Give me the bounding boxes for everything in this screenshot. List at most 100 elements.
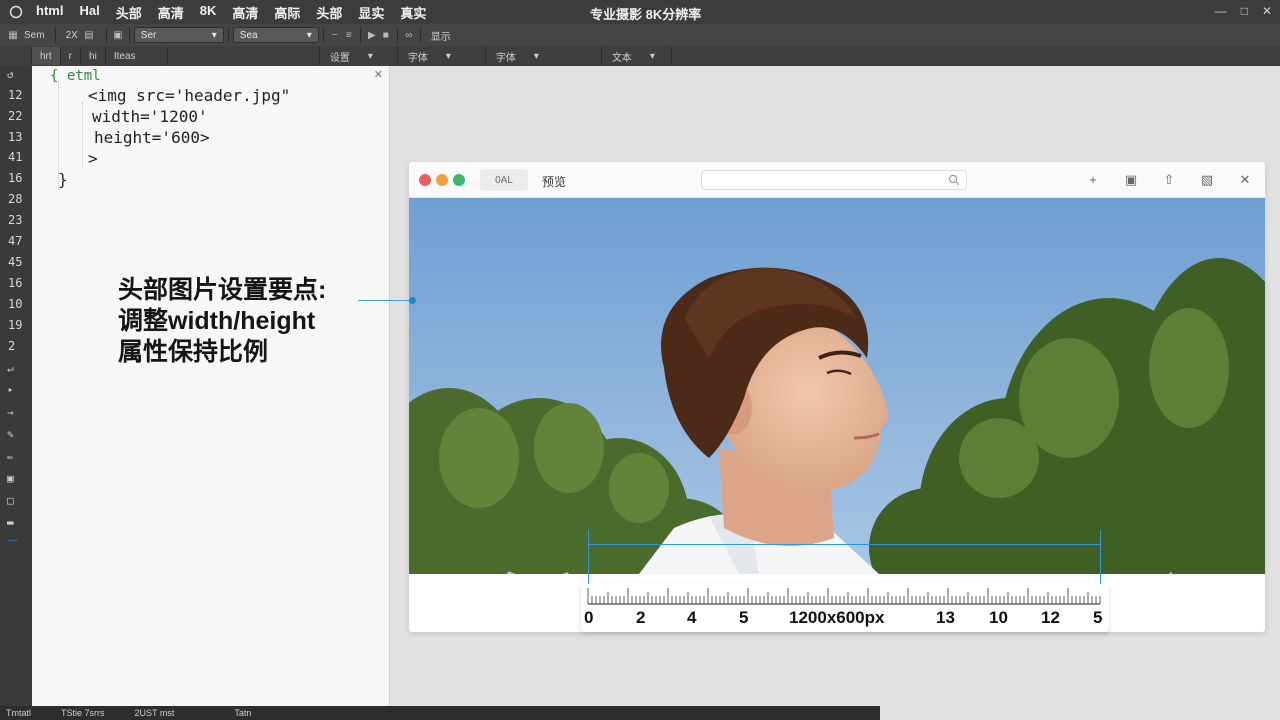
menu-item[interactable]: 高清: [158, 3, 184, 22]
code-line[interactable]: >: [88, 149, 98, 168]
ruler-label: 4: [687, 608, 697, 627]
window-title: 专业摄影 8K分辨率: [590, 7, 702, 22]
toolbar-item[interactable]: 2X ▤: [60, 26, 102, 44]
code-line[interactable]: }: [58, 170, 68, 189]
text-dropdown[interactable]: 文本 ▾: [602, 47, 672, 65]
font-dropdown[interactable]: 字体 ▾: [398, 47, 486, 65]
line-number: 41: [8, 150, 23, 164]
tab-r[interactable]: r: [61, 47, 82, 65]
annotation-anchor-dot: [409, 297, 416, 304]
lock-icon[interactable]: ▣: [7, 472, 21, 485]
font-select[interactable]: Ser ▾: [133, 27, 224, 43]
share-icon[interactable]: ⇧: [1161, 172, 1177, 188]
code-line[interactable]: <img src='header.jpg": [88, 86, 290, 105]
dropdown-label: 字体: [495, 52, 516, 64]
selection-icon[interactable]: ⁓: [7, 534, 21, 547]
toolbar: ▦ Sem 2X ▤ ▣ Ser ▾ Sea ▾ − ≡ ▶ ■ ∞ 显示: [0, 24, 1280, 46]
link-icon[interactable]: ∞: [402, 28, 416, 42]
menu-item[interactable]: 头部: [316, 3, 342, 22]
arrow-icon[interactable]: →: [7, 406, 21, 419]
status-item: 2UST mst: [134, 708, 175, 718]
divider: [359, 27, 361, 43]
menu-item[interactable]: 真实: [400, 3, 426, 22]
dimension-line-right: [1100, 530, 1101, 586]
browser-tab[interactable]: 0AL: [480, 169, 528, 191]
size-select[interactable]: Sea ▾: [232, 27, 319, 43]
crop-icon[interactable]: □: [7, 494, 21, 507]
line-number: 16: [8, 276, 23, 290]
ruler-label: 13: [936, 608, 955, 627]
tab-hi[interactable]: hi: [81, 47, 106, 65]
menu-item[interactable]: 高际: [274, 3, 300, 22]
menu-item[interactable]: html: [36, 3, 63, 22]
settings-dropdown[interactable]: 设置 ▾: [320, 47, 398, 65]
dropdown-label: 设置: [329, 52, 350, 64]
status-item: Tatn: [234, 708, 252, 718]
ruler-label: 5: [739, 608, 749, 627]
line-number: 13: [8, 130, 23, 144]
tab-items[interactable]: Iteas: [106, 47, 168, 65]
search-icon: [948, 174, 960, 186]
align-icon[interactable]: ≡: [342, 28, 356, 42]
divider: [105, 27, 107, 43]
code-line[interactable]: height='600>: [94, 128, 210, 147]
tabs-icon[interactable]: ▣: [1123, 172, 1139, 188]
hook-icon[interactable]: ↵: [7, 362, 21, 375]
code-line[interactable]: { etml: [50, 68, 101, 84]
toolbar-item[interactable]: 显示: [425, 26, 457, 44]
close-icon[interactable]: ✕: [374, 68, 383, 81]
divider: [322, 27, 324, 43]
minimize-icon[interactable]: —: [1215, 4, 1227, 18]
line-number: 45: [8, 255, 23, 269]
restore-icon[interactable]: □: [1241, 4, 1248, 18]
toolbar-item[interactable]: ▦ Sem: [0, 26, 51, 44]
annotation-line: 调整width/height: [118, 307, 316, 335]
panel-icon[interactable]: ▬: [7, 516, 21, 529]
address-bar[interactable]: [701, 170, 967, 190]
frame-icon[interactable]: ▣: [111, 28, 125, 42]
measurement-ruler[interactable]: 0 2 4 5 1200x600px 13 10 12 5: [581, 584, 1109, 632]
divider: [227, 27, 229, 43]
annotation-line: 属性保持比例: [118, 338, 269, 366]
pen-icon[interactable]: ✎: [7, 428, 21, 441]
sidebar-icon[interactable]: ▧: [1199, 172, 1215, 188]
ruler-label: 5: [1093, 608, 1103, 627]
menu-item[interactable]: 显实: [358, 3, 384, 22]
browser-chrome: 0AL 预览 + ▣ ⇧ ▧ ✕: [409, 162, 1265, 198]
font-select-value: Ser: [140, 29, 157, 41]
tab-gutter: [0, 47, 32, 65]
minimize-dot-icon[interactable]: [436, 174, 448, 186]
divider: [54, 27, 56, 43]
chevron-down-icon: ▾: [211, 29, 217, 41]
code-line[interactable]: width='1200': [92, 107, 208, 126]
annotation-leader-line: [358, 300, 412, 301]
close-icon[interactable]: ✕: [1262, 4, 1272, 18]
annotation-note: 头部图片设置要点: 调整width/height 属性保持比例: [118, 275, 326, 368]
play-icon[interactable]: ▶: [365, 28, 379, 42]
maximize-dot-icon[interactable]: [453, 174, 465, 186]
font-dropdown-2[interactable]: 字体 ▾: [486, 47, 602, 65]
app-logo-icon[interactable]: [0, 5, 32, 19]
annotation-line: 头部图片设置要点:: [118, 276, 327, 304]
header-image: [409, 198, 1265, 574]
dimension-line-top: [588, 544, 1100, 545]
toolbar-label: 2X: [65, 29, 78, 41]
marker-icon[interactable]: ‣: [7, 384, 21, 397]
minus-icon[interactable]: −: [328, 28, 342, 42]
layers-icon: ▤: [84, 29, 94, 41]
menu-item[interactable]: Hal: [79, 3, 99, 22]
tab-html[interactable]: hrt: [32, 47, 61, 65]
browser-tab-preview[interactable]: 预览: [542, 173, 566, 190]
menu-item[interactable]: 8K: [200, 3, 217, 22]
divider: [419, 27, 421, 43]
menu-item[interactable]: 高清: [232, 3, 258, 22]
brush-icon[interactable]: ✏: [7, 450, 21, 463]
box-icon[interactable]: ■: [379, 28, 393, 42]
close-dot-icon[interactable]: [419, 174, 431, 186]
ruler-label: 2: [636, 608, 646, 627]
code-editor[interactable]: ✕ { etml <img src='header.jpg" width='12…: [32, 66, 390, 706]
close-icon[interactable]: ✕: [1237, 172, 1253, 188]
menu-item[interactable]: 头部: [116, 3, 142, 22]
fold-icon[interactable]: ↺: [7, 68, 21, 81]
new-tab-icon[interactable]: +: [1085, 172, 1101, 188]
